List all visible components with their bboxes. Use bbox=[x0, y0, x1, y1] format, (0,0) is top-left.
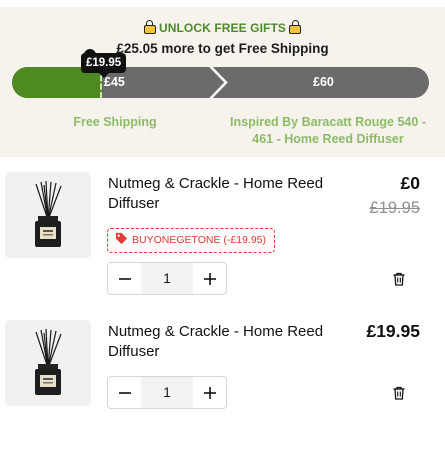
increase-quantity-button[interactable] bbox=[193, 263, 226, 294]
quantity-value[interactable]: 1 bbox=[141, 377, 193, 408]
decrease-quantity-button[interactable] bbox=[108, 263, 141, 294]
increase-quantity-button[interactable] bbox=[193, 377, 226, 408]
item-title[interactable]: Nutmeg & Crackle - Home Reed Diffuser bbox=[108, 322, 348, 362]
trash-icon[interactable] bbox=[391, 271, 407, 287]
item-price: £19.95 bbox=[366, 321, 420, 341]
trash-icon[interactable] bbox=[391, 385, 407, 401]
quantity-value[interactable]: 1 bbox=[141, 263, 193, 294]
plus-icon bbox=[203, 386, 216, 399]
quantity-stepper: 1 bbox=[107, 376, 227, 409]
item-title[interactable]: Nutmeg & Crackle - Home Reed Diffuser bbox=[108, 174, 348, 214]
shipping-message: £25.05 more to get Free Shipping bbox=[116, 41, 329, 56]
minus-icon bbox=[118, 277, 131, 280]
reed-diffuser-image[interactable] bbox=[5, 172, 91, 258]
unlock-heading: UNLOCK FREE GIFTS bbox=[0, 20, 445, 35]
cart-total-bubble: £19.95 bbox=[81, 53, 127, 78]
plus-icon bbox=[203, 272, 216, 285]
discount-badge: BUYONEGETONE (-£19.95) bbox=[107, 228, 276, 253]
threshold-2-amount: £60 bbox=[313, 75, 334, 89]
reed-diffuser-image[interactable] bbox=[5, 320, 91, 406]
chevron-divider-icon bbox=[209, 67, 228, 98]
quantity-stepper: 1 bbox=[107, 262, 227, 295]
unlock-heading-text: UNLOCK FREE GIFTS bbox=[158, 21, 287, 35]
item-compare-price: £19.95 bbox=[369, 199, 420, 217]
minus-icon bbox=[118, 391, 131, 394]
gift-progress-bar: £45 £60 bbox=[12, 67, 429, 98]
free-gifts-banner: UNLOCK FREE GIFTS £25.05 more to get Fre… bbox=[0, 7, 445, 157]
item-price: £0 bbox=[400, 173, 420, 193]
tag-icon bbox=[115, 232, 128, 245]
discount-code: BUYONEGETONE (-£19.95) bbox=[132, 234, 267, 246]
decrease-quantity-button[interactable] bbox=[108, 377, 141, 408]
threshold-2-reward: Inspired By Baracatt Rouge 540 - 461 - H… bbox=[230, 115, 426, 146]
lock-icon bbox=[143, 20, 156, 34]
lock-icon bbox=[289, 20, 302, 34]
threshold-1-reward: Free Shipping bbox=[73, 115, 157, 129]
